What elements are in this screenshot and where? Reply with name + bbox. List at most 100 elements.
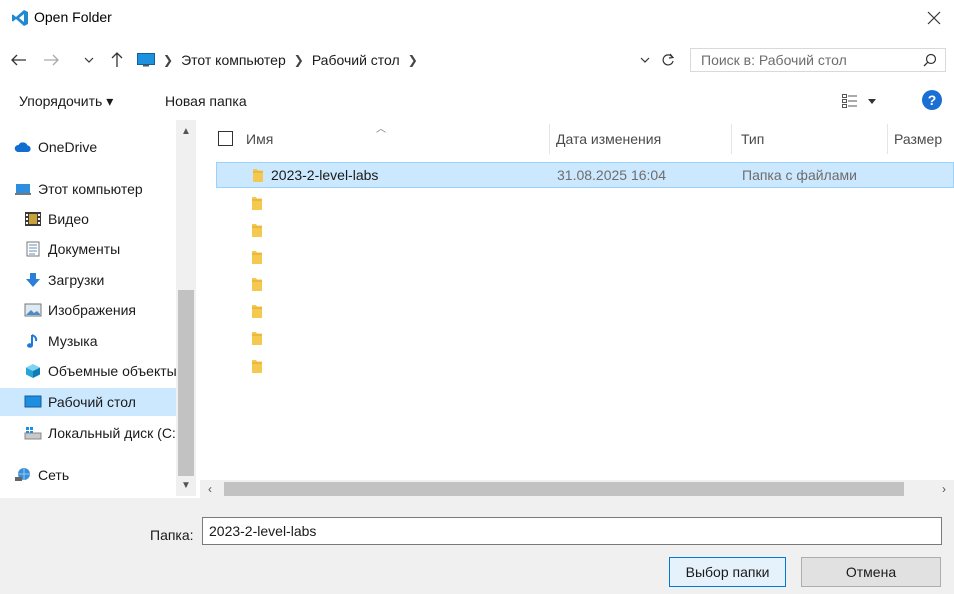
cancel-button[interactable]: Отмена: [801, 557, 941, 587]
scroll-down-icon[interactable]: ▼: [176, 476, 196, 494]
table-row[interactable]: [216, 325, 954, 351]
refresh-icon: [662, 53, 675, 66]
file-list: ︿ Имя Дата изменения Тип Размер 2023-2-l…: [200, 120, 954, 496]
new-folder-button[interactable]: Новая папка: [165, 93, 247, 109]
help-button[interactable]: ?: [922, 90, 942, 110]
breadcrumb-desktop[interactable]: Рабочий стол: [312, 52, 400, 68]
table-row[interactable]: 2023-2-level-labs 31.08.2025 16:04 Папка…: [216, 162, 954, 188]
sidebar-item-label: OneDrive: [38, 139, 98, 155]
sidebar-item-label: Загрузки: [48, 272, 105, 288]
search-box[interactable]: [690, 48, 946, 72]
table-row[interactable]: [216, 298, 954, 324]
network-icon: [15, 468, 30, 481]
column-divider[interactable]: [549, 124, 550, 154]
column-header-type[interactable]: Тип: [741, 120, 764, 158]
forward-button[interactable]: [40, 48, 62, 72]
sidebar-item-documents[interactable]: Документы: [0, 235, 176, 263]
cube-icon: [26, 364, 40, 378]
file-list-horizontal-scrollbar[interactable]: ‹ ›: [200, 480, 954, 498]
vscode-icon: [12, 10, 28, 26]
file-type: Папка с файлами: [742, 167, 857, 183]
document-icon: [26, 241, 40, 257]
scrollbar-thumb[interactable]: [178, 290, 194, 476]
chevron-down-icon: [868, 98, 876, 104]
folder-icon: [252, 224, 262, 237]
sidebar-item-onedrive[interactable]: OneDrive: [0, 133, 176, 161]
table-row[interactable]: [216, 190, 954, 216]
sidebar-item-label: Музыка: [48, 333, 98, 349]
file-date: 31.08.2025 16:04: [557, 167, 666, 183]
desktop-icon: [24, 395, 42, 408]
arrow-up-icon: [111, 52, 123, 67]
navigation-pane: OneDrive Этот компьютер Видео Документы …: [0, 120, 196, 496]
window-title: Open Folder: [34, 9, 112, 25]
column-header-name[interactable]: Имя: [246, 120, 273, 158]
arrow-left-icon: [11, 54, 26, 66]
sidebar-item-label: Изображения: [48, 302, 136, 318]
table-row[interactable]: [216, 217, 954, 243]
search-icon[interactable]: [923, 53, 937, 67]
folder-icon: [252, 197, 262, 210]
details-view-icon: [842, 94, 857, 108]
navigation-bar: ❯ Этот компьютер ❯ Рабочий стол ❯: [0, 42, 954, 78]
sidebar-item-label: Видео: [48, 211, 89, 227]
address-dropdown-button[interactable]: [635, 49, 655, 71]
search-input[interactable]: [691, 52, 911, 68]
up-button[interactable]: [106, 48, 128, 72]
close-button[interactable]: [914, 0, 954, 36]
music-icon: [27, 334, 38, 348]
column-divider[interactable]: [731, 124, 732, 154]
image-icon: [24, 303, 42, 317]
sidebar-item-pictures[interactable]: Изображения: [0, 296, 176, 324]
sidebar-item-network[interactable]: Сеть: [0, 461, 176, 489]
arrow-right-icon: [44, 54, 59, 66]
computer-icon: [15, 184, 31, 195]
select-folder-button[interactable]: Выбор папки: [669, 557, 786, 587]
scrollbar-thumb[interactable]: [224, 482, 904, 496]
folder-icon: [252, 305, 262, 318]
sidebar-item-desktop[interactable]: Рабочий стол: [0, 388, 176, 416]
recent-locations-button[interactable]: [82, 48, 96, 72]
sidebar-item-downloads[interactable]: Загрузки: [0, 266, 176, 294]
download-icon: [26, 273, 40, 287]
drive-icon: [24, 427, 42, 440]
sidebar-item-label: Локальный диск (C:): [48, 425, 176, 441]
title-bar: Open Folder: [0, 0, 954, 36]
folder-icon: [252, 332, 262, 345]
sidebar-item-this-pc[interactable]: Этот компьютер: [0, 175, 176, 203]
view-options-button[interactable]: [842, 92, 876, 110]
address-bar[interactable]: ❯ Этот компьютер ❯ Рабочий стол ❯: [132, 48, 684, 72]
select-all-checkbox[interactable]: [218, 131, 233, 146]
computer-icon: [137, 53, 155, 67]
table-row[interactable]: [216, 271, 954, 297]
cloud-icon: [14, 142, 31, 152]
folder-name-input[interactable]: [202, 517, 942, 545]
navigation-pane-scrollbar[interactable]: ▲ ▼: [176, 120, 196, 496]
sidebar-item-videos[interactable]: Видео: [0, 205, 176, 233]
folder-label: Папка:: [150, 527, 194, 543]
column-header-size[interactable]: Размер: [894, 120, 942, 158]
folder-icon: [252, 251, 262, 264]
scroll-up-icon[interactable]: ▲: [176, 122, 196, 140]
sidebar-item-music[interactable]: Музыка: [0, 327, 176, 355]
refresh-button[interactable]: [657, 49, 679, 71]
scroll-left-icon[interactable]: ‹: [200, 480, 220, 498]
organize-button[interactable]: Упорядочить ▾: [19, 93, 113, 110]
breadcrumb-this-pc[interactable]: Этот компьютер: [181, 52, 286, 68]
chevron-down-icon: [640, 57, 650, 63]
file-name: 2023-2-level-labs: [271, 167, 379, 183]
sidebar-item-local-disk[interactable]: Локальный диск (C:): [0, 419, 176, 447]
column-divider[interactable]: [887, 124, 888, 154]
back-button[interactable]: [8, 48, 30, 72]
command-bar: Упорядочить ▾ Новая папка: [0, 86, 954, 116]
sidebar-item-label: Объемные объекты: [48, 363, 176, 379]
table-row[interactable]: [216, 244, 954, 270]
scroll-right-icon[interactable]: ›: [934, 480, 954, 498]
sidebar-item-label: Документы: [48, 241, 121, 257]
breadcrumb-separator-icon: ❯: [163, 53, 174, 67]
sidebar-item-3d-objects[interactable]: Объемные объекты: [0, 357, 176, 385]
table-row[interactable]: [216, 353, 954, 379]
folder-icon: [253, 169, 263, 182]
sort-ascending-icon: ︿: [376, 124, 386, 135]
column-header-date[interactable]: Дата изменения: [556, 120, 661, 158]
